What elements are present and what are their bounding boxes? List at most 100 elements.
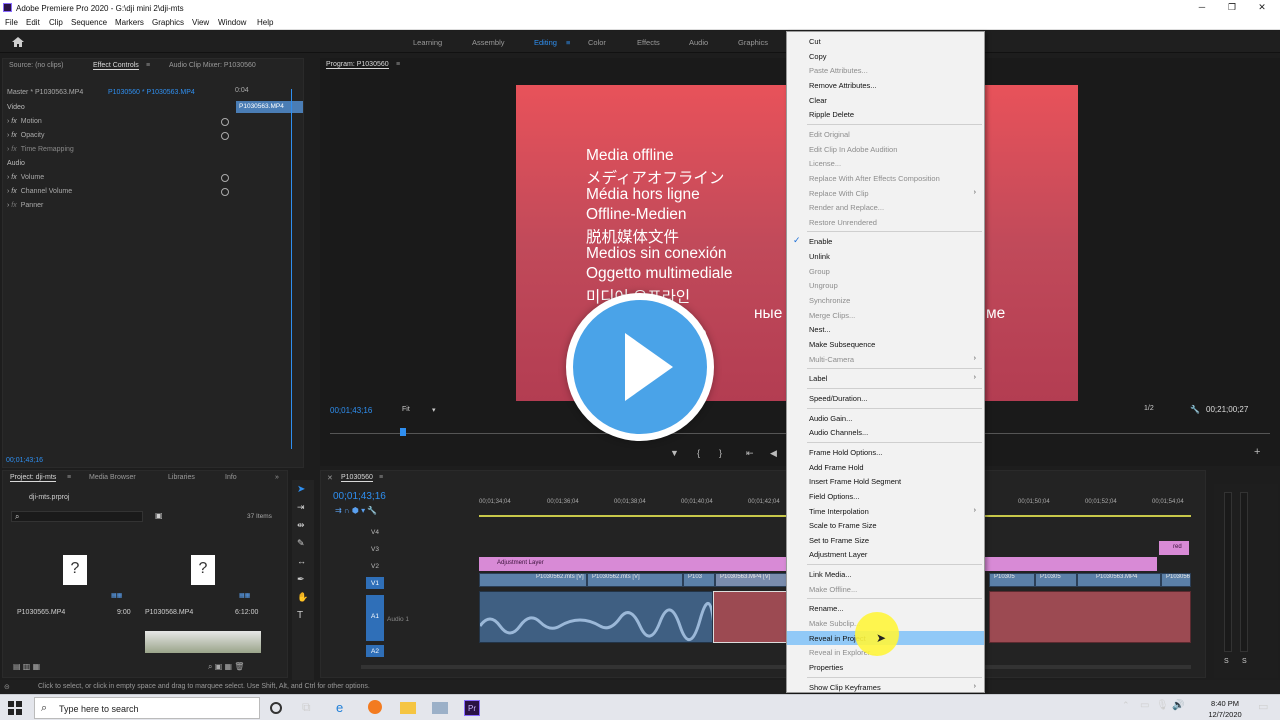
audio-clip[interactable]: [479, 591, 713, 643]
tab-media-browser[interactable]: Media Browser: [89, 474, 136, 481]
menu-item-audio-channels[interactable]: Audio Channels...: [787, 425, 984, 439]
solo-button[interactable]: S: [1224, 658, 1229, 665]
menu-window[interactable]: Window: [218, 18, 246, 27]
adjustment-layer-clip[interactable]: Adjustment Layer: [479, 557, 787, 571]
menu-item-clear[interactable]: Clear: [787, 93, 984, 107]
network-icon[interactable]: ▭: [1140, 700, 1156, 716]
menu-sequence[interactable]: Sequence: [71, 18, 107, 27]
ec-clip-bar[interactable]: P1030563.MP4: [236, 101, 303, 113]
new-bin-icon[interactable]: ▣: [155, 511, 163, 520]
more-panels-icon[interactable]: »: [275, 474, 279, 481]
timeline-scrollbar[interactable]: [361, 665, 1191, 669]
add-button-icon[interactable]: +: [1254, 446, 1260, 458]
taskbar-clock[interactable]: 8:40 PM 12/7/2020: [1200, 698, 1250, 720]
menu-graphics[interactable]: Graphics: [152, 18, 184, 27]
panel-menu-icon[interactable]: ≡: [396, 61, 400, 68]
menu-item-remove-attributes[interactable]: Remove Attributes...: [787, 78, 984, 92]
menu-item-frame-hold-options[interactable]: Frame Hold Options...: [787, 445, 984, 459]
fit-dropdown[interactable]: Fit ▾: [402, 406, 440, 416]
menu-item-ripple-delete[interactable]: Ripple Delete: [787, 107, 984, 121]
menu-item-show-clip-keyframes[interactable]: Show Clip Keyframes ›: [787, 680, 984, 694]
workspace-color[interactable]: Color: [588, 38, 606, 47]
type-tool-icon[interactable]: T: [297, 610, 303, 621]
effect-volume[interactable]: › fx Volume: [7, 174, 44, 186]
close-icon[interactable]: ✕: [1252, 2, 1272, 13]
notifications-icon[interactable]: ▭: [1258, 700, 1274, 716]
menu-item-copy[interactable]: Copy: [787, 49, 984, 63]
pen-tool-icon[interactable]: ✒: [297, 574, 305, 585]
menu-item-nest[interactable]: Nest...: [787, 322, 984, 336]
minimize-icon[interactable]: ─: [1192, 2, 1212, 12]
menu-item-speed-duration[interactable]: Speed/Duration...: [787, 391, 984, 405]
menu-clip[interactable]: Clip: [49, 18, 63, 27]
app-icon[interactable]: [432, 702, 448, 714]
workspace-effects[interactable]: Effects: [637, 38, 660, 47]
menu-view[interactable]: View: [192, 18, 209, 27]
menu-edit[interactable]: Edit: [26, 18, 40, 27]
menu-item-scale-to-frame-size[interactable]: Scale to Frame Size: [787, 518, 984, 532]
panel-menu-icon[interactable]: ≡: [67, 474, 71, 481]
close-icon[interactable]: ✕: [327, 474, 333, 482]
adjustment-layer-clip[interactable]: [985, 557, 1157, 571]
selection-tool-icon[interactable]: ➤: [297, 484, 305, 495]
ec-playhead[interactable]: [291, 89, 292, 449]
file-explorer-icon[interactable]: [400, 702, 416, 714]
effect-opacity[interactable]: › fx Opacity: [7, 132, 44, 144]
track-a1[interactable]: A1: [371, 613, 379, 620]
project-item-thumbnail[interactable]: [145, 631, 261, 653]
menu-item-link-media[interactable]: Link Media...: [787, 567, 984, 581]
tab-sequence[interactable]: P1030560: [341, 474, 373, 482]
ripple-edit-tool-icon[interactable]: ⇹: [297, 520, 305, 531]
menu-item-add-frame-hold[interactable]: Add Frame Hold: [787, 460, 984, 474]
reset-icon[interactable]: [221, 188, 229, 196]
cortana-icon[interactable]: [270, 702, 282, 714]
track-select-tool-icon[interactable]: ⇥: [297, 502, 305, 513]
track-v3[interactable]: V3: [371, 546, 379, 553]
menu-item-audio-gain[interactable]: Audio Gain...: [787, 411, 984, 425]
track-v2[interactable]: V2: [371, 563, 379, 570]
video-clip[interactable]: P10305: [1035, 573, 1077, 587]
ec-timecode[interactable]: 00;01;43;16: [6, 457, 43, 469]
video-play-button[interactable]: [566, 293, 714, 441]
video-clip[interactable]: P103: [683, 573, 715, 587]
windows-start-icon[interactable]: [8, 701, 22, 715]
video-clip[interactable]: P1030562.mts [V]: [479, 573, 587, 587]
panel-menu-icon[interactable]: ≡: [146, 62, 150, 69]
maximize-icon[interactable]: ❐: [1222, 2, 1242, 13]
audio-clip[interactable]: [989, 591, 1191, 643]
slip-tool-icon[interactable]: ↔: [297, 556, 306, 566]
menu-item-enable[interactable]: Enable ✓: [787, 234, 984, 248]
reset-icon[interactable]: [221, 132, 229, 140]
timeline-timecode[interactable]: 00;01;43;16: [333, 491, 386, 502]
tab-libraries[interactable]: Libraries: [168, 474, 195, 481]
microphone-icon[interactable]: 🎙: [1156, 700, 1172, 716]
workspace-assembly[interactable]: Assembly: [472, 38, 505, 47]
task-view-icon[interactable]: ⧉: [302, 700, 318, 716]
program-playhead[interactable]: [400, 428, 406, 436]
project-item-name[interactable]: P1030568.MP4: [145, 609, 193, 616]
menu-file[interactable]: File: [5, 18, 18, 27]
premiere-taskbar-icon[interactable]: Pr: [464, 700, 480, 716]
menu-item-label[interactable]: Label ›: [787, 371, 984, 385]
video-clip[interactable]: P10305: [989, 573, 1035, 587]
list-view-icon[interactable]: ▤ ▥ ▦: [13, 662, 40, 671]
menu-help[interactable]: Help: [257, 18, 273, 27]
effect-motion[interactable]: › fx Motion: [7, 118, 42, 130]
video-clip[interactable]: P1030564: [1161, 573, 1191, 587]
master-clip-label[interactable]: Master * P1030563.MP4: [7, 89, 83, 101]
tab-info[interactable]: Info: [225, 474, 237, 481]
workspace-graphics[interactable]: Graphics: [738, 38, 768, 47]
track-v4[interactable]: V4: [371, 529, 379, 536]
hand-tool-icon[interactable]: ✋: [297, 592, 308, 603]
project-search-input[interactable]: ⌕: [11, 511, 143, 522]
wrench-icon[interactable]: 🔧: [1190, 405, 1200, 414]
effect-time-remapping[interactable]: › fx Time Remapping: [7, 146, 74, 158]
taskbar-search-input[interactable]: ⌕ Type here to search: [34, 697, 260, 719]
audio-clip-selected[interactable]: [713, 591, 787, 643]
menu-item-make-subsequence[interactable]: Make Subsequence: [787, 337, 984, 351]
edge-icon[interactable]: e: [336, 700, 352, 716]
timeline-tools-icon[interactable]: ⇉ ∩ ⬢ ▾ 🔧: [335, 506, 377, 515]
menu-item-insert-frame-hold-segment[interactable]: Insert Frame Hold Segment: [787, 474, 984, 488]
effect-panner[interactable]: › fx Panner: [7, 202, 43, 214]
system-tray-chevron-icon[interactable]: ⌃: [1122, 700, 1138, 716]
